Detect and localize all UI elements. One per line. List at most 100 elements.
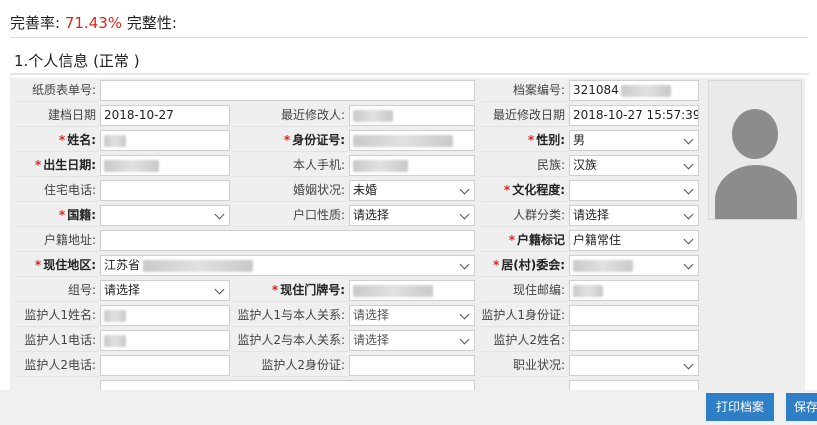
postcode-input[interactable]: [569, 280, 699, 301]
redacted-block: [573, 284, 603, 297]
form-row: * 国籍: 户口性质: 请选择 人群分类: 请选择: [14, 203, 704, 228]
redacted-block: [104, 309, 126, 322]
birth-date-label: * 出生日期:: [14, 153, 99, 177]
section-divider: [10, 73, 809, 75]
redacted-block: [620, 84, 671, 97]
guardian1-id-label: 监护人1身份证:: [481, 303, 568, 327]
redacted-block: [573, 259, 633, 272]
archive-no-label: 档案编号:: [481, 78, 568, 102]
hukou-flag-select[interactable]: 户籍常住: [569, 230, 699, 251]
current-area-select[interactable]: 江苏省: [100, 255, 475, 276]
form-row: 建档日期 2018-10-27 最近修改人: 最近修改日期 2018-10-27…: [14, 103, 704, 128]
archive-no-input[interactable]: 321084: [569, 80, 699, 101]
redacted-block: [143, 259, 254, 272]
redacted-block: [104, 334, 126, 347]
form-row: * 姓名: * 身份证号: * 性别: 男: [14, 128, 704, 153]
last-modified-date-label: 最近修改日期: [481, 103, 568, 127]
partial-label: [481, 378, 568, 390]
hukou-type-label: 户口性质:: [232, 203, 348, 227]
last-modifier-input[interactable]: [349, 105, 475, 126]
guardian2-name-input[interactable]: [569, 330, 699, 351]
home-phone-label: 住宅电话:: [14, 178, 99, 202]
current-area-label: * 现住地区:: [14, 253, 99, 277]
form-row: 监护人1姓名: 监护人1与本人关系: 请选择 监护人1身份证:: [14, 303, 704, 328]
current-area-value: 江苏省: [104, 258, 141, 272]
last-modified-date-input[interactable]: 2018-10-27 15:57:39: [569, 105, 699, 126]
redacted-block: [353, 284, 433, 297]
gender-label: * 性别:: [481, 128, 568, 152]
personal-info-form: 纸质表单号: 档案编号: 321084 建档日期 2018-10-27 最近修改…: [10, 78, 805, 390]
id-number-input[interactable]: [349, 130, 475, 151]
redacted-block: [104, 159, 159, 172]
population-select[interactable]: 请选择: [569, 205, 699, 226]
completion-label: 完善率:: [10, 14, 61, 32]
guardian2-rel-select[interactable]: 请选择: [349, 330, 475, 351]
form-row: * 现住地区: 江苏省 * 居(村)委会:: [14, 253, 704, 278]
name-label: * 姓名:: [14, 128, 99, 152]
house-no-label: * 现住门牌号:: [232, 278, 348, 302]
ethnicity-select[interactable]: 汉族: [569, 155, 699, 176]
hukou-flag-label: * 户籍标记: [481, 228, 568, 252]
save-button[interactable]: 保存: [786, 393, 817, 421]
action-footer: [0, 390, 817, 425]
avatar-body-icon: [715, 165, 797, 219]
guardian2-id-label: 监护人2身份证:: [232, 353, 348, 377]
group-no-label: 组号:: [14, 278, 99, 302]
guardian2-rel-label: 监护人2与本人关系:: [232, 328, 348, 352]
redacted-block: [353, 159, 408, 172]
committee-select[interactable]: [569, 255, 699, 276]
archive-no-value: 321084: [573, 83, 619, 97]
guardian2-id-input[interactable]: [349, 355, 475, 376]
print-archive-button[interactable]: 打印档案: [706, 393, 774, 421]
group-no-select[interactable]: 请选择: [100, 280, 230, 301]
partial-input[interactable]: [569, 380, 699, 390]
avatar-photo[interactable]: [708, 80, 802, 220]
guardian1-name-label: 监护人1姓名:: [14, 303, 99, 327]
guardian1-name-input[interactable]: [100, 305, 230, 326]
occupation-label: 职业状况:: [481, 353, 568, 377]
guardian1-phone-label: 监护人1电话:: [14, 328, 99, 352]
guardian2-phone-input[interactable]: [100, 355, 230, 376]
hukou-type-select[interactable]: 请选择: [349, 205, 475, 226]
phone-input[interactable]: [349, 155, 475, 176]
form-row: 住宅电话: 婚姻状况: 未婚 * 文化程度:: [14, 178, 704, 203]
guardian1-rel-select[interactable]: 请选择: [349, 305, 475, 326]
redacted-block: [104, 134, 126, 147]
ethnicity-label: 民族:: [481, 153, 568, 177]
completion-rate: 71.43%: [64, 14, 123, 32]
guardian2-phone-label: 监护人2电话:: [14, 353, 99, 377]
occupation-select[interactable]: [569, 355, 699, 376]
form-row: 纸质表单号: 档案编号: 321084: [14, 78, 704, 103]
form-row: 户籍地址: * 户籍标记 户籍常住: [14, 228, 704, 253]
form-row: 监护人2电话: 监护人2身份证: 职业状况:: [14, 353, 704, 378]
name-input[interactable]: [100, 130, 230, 151]
birth-date-input[interactable]: [100, 155, 230, 176]
partial-input[interactable]: [100, 380, 475, 390]
created-date-input[interactable]: 2018-10-27: [100, 105, 230, 126]
gender-select[interactable]: 男: [569, 130, 699, 151]
marital-label: 婚姻状况:: [232, 178, 348, 202]
last-modifier-label: 最近修改人:: [232, 103, 348, 127]
home-phone-input[interactable]: [100, 180, 230, 201]
paper-form-no-input[interactable]: [100, 80, 475, 101]
hukou-addr-input[interactable]: [100, 230, 475, 251]
education-select[interactable]: [569, 180, 699, 201]
guardian1-id-input[interactable]: [569, 305, 699, 326]
integrity-label: 完整性:: [126, 14, 177, 32]
nationality-select[interactable]: [100, 205, 230, 226]
committee-label: * 居(村)委会:: [481, 253, 568, 277]
nationality-label: * 国籍:: [14, 203, 99, 227]
hukou-addr-label: 户籍地址:: [14, 228, 99, 252]
redacted-block: [353, 134, 453, 147]
avatar-head-icon: [732, 109, 778, 159]
guardian2-name-label: 监护人2姓名:: [481, 328, 568, 352]
marital-select[interactable]: 未婚: [349, 180, 475, 201]
paper-form-no-label: 纸质表单号:: [14, 78, 99, 102]
created-date-label: 建档日期: [14, 103, 99, 127]
guardian1-rel-label: 监护人1与本人关系:: [232, 303, 348, 327]
id-number-label: * 身份证号:: [232, 128, 348, 152]
partial-label: [14, 378, 99, 390]
guardian1-phone-input[interactable]: [100, 330, 230, 351]
section-title: 1.个人信息 (正常 ): [14, 52, 140, 70]
house-no-input[interactable]: [349, 280, 475, 301]
